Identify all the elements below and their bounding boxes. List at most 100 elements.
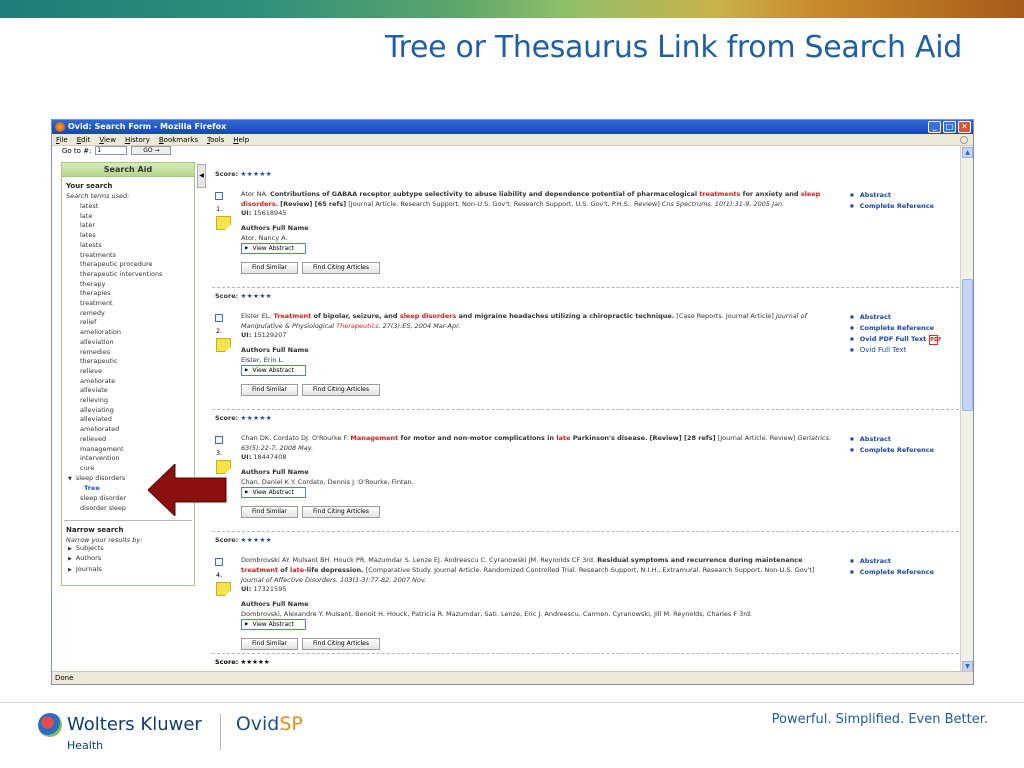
search-term: relieving bbox=[80, 396, 109, 405]
wolters-kluwer-logo: Wolters Kluwer Health bbox=[38, 712, 202, 752]
highlighted-term: late bbox=[289, 565, 305, 574]
title-text: -life depression. bbox=[304, 565, 364, 574]
select-checkbox[interactable] bbox=[215, 436, 223, 444]
find-citing-articles-button[interactable]: Find Citing Articles bbox=[302, 384, 380, 396]
view-abstract-button[interactable]: View Abstract bbox=[241, 487, 306, 498]
minimize-icon[interactable]: _ bbox=[928, 121, 941, 133]
window-title: Ovid: Search Form - Mozilla Firefox bbox=[68, 122, 227, 131]
select-checkbox[interactable] bbox=[215, 558, 223, 566]
menu-bar: File Edit View History Bookmarks Tools H… bbox=[52, 134, 973, 146]
go-button[interactable]: GO → bbox=[131, 146, 172, 155]
search-term: alleviating bbox=[80, 405, 114, 414]
find-similar-button[interactable]: Find Similar bbox=[241, 262, 298, 274]
sp-text: SP bbox=[279, 713, 303, 735]
select-checkbox[interactable] bbox=[215, 314, 223, 322]
annotation-note-icon[interactable] bbox=[216, 338, 231, 352]
menu-edit[interactable]: Edit bbox=[77, 134, 91, 145]
record-links: Abstract Complete Reference bbox=[850, 190, 934, 212]
annotation-note-icon[interactable] bbox=[216, 216, 231, 230]
narrow-item-subjects[interactable]: Subjects bbox=[68, 544, 194, 555]
link-label: Ovid PDF Full Text bbox=[859, 334, 927, 343]
window-titlebar: Ovid: Search Form - Mozilla Firefox _ □ … bbox=[52, 120, 973, 134]
link-complete-reference[interactable]: Complete Reference bbox=[850, 323, 938, 334]
search-term: alleviated bbox=[80, 415, 112, 424]
find-similar-button[interactable]: Find Similar bbox=[241, 384, 298, 396]
score-stars: ★★★★★ bbox=[240, 414, 273, 422]
your-search-heading: Your search bbox=[66, 182, 113, 190]
title-text: and migraine headaches utilizing a chiro… bbox=[456, 312, 675, 320]
find-similar-button[interactable]: Find Similar bbox=[241, 638, 298, 650]
ui-number: UI: 15618945 bbox=[241, 209, 286, 217]
ui-label: UI: bbox=[241, 331, 252, 339]
result-record: Score: ★★★★★ 4. Dombrovski AY. Mulsant BH.… bbox=[212, 532, 961, 654]
find-citing-articles-button[interactable]: Find Citing Articles bbox=[302, 638, 380, 650]
citation-title[interactable]: Management for motor and non-motor compl… bbox=[350, 434, 647, 442]
vertical-scrollbar[interactable]: ▲ ▼ bbox=[960, 146, 973, 673]
result-score: Score: ★★★★★ bbox=[215, 292, 272, 300]
footer-logos: Wolters Kluwer Health OvidSP bbox=[38, 712, 303, 752]
menu-tools[interactable]: Tools bbox=[207, 134, 224, 145]
score-stars: ★★★★★ bbox=[240, 292, 273, 300]
citation-source: Journal of Affective Disorders. 103(1-3)… bbox=[241, 575, 427, 584]
citation-authors: Chan DK. Cordato DJ. O'Rourke F. bbox=[241, 434, 349, 442]
find-citing-articles-button[interactable]: Find Citing Articles bbox=[302, 262, 380, 274]
link-abstract[interactable]: Abstract bbox=[850, 434, 934, 445]
ui-label: UI: bbox=[241, 585, 252, 593]
maximize-icon[interactable]: □ bbox=[943, 121, 956, 133]
menu-bookmarks[interactable]: Bookmarks bbox=[159, 134, 198, 145]
search-term: treatments bbox=[80, 250, 116, 259]
narrow-item-journals[interactable]: Journals bbox=[68, 565, 194, 576]
ui-number: UI: 15129207 bbox=[241, 331, 286, 339]
collapse-panel-button[interactable]: ◀ bbox=[197, 164, 206, 188]
view-abstract-button[interactable]: View Abstract bbox=[241, 243, 306, 254]
menu-history[interactable]: History bbox=[125, 134, 150, 145]
link-ovid-full-text[interactable]: Ovid Full Text bbox=[850, 345, 938, 356]
link-ovid-pdf-full-text[interactable]: Ovid PDF Full TextPDF bbox=[850, 334, 942, 345]
search-aid-header: Search Aid bbox=[62, 163, 194, 177]
find-similar-button[interactable]: Find Similar bbox=[241, 506, 298, 518]
link-label: Complete Reference bbox=[859, 567, 935, 576]
annotation-note-icon[interactable] bbox=[216, 582, 231, 596]
search-term: relief bbox=[80, 318, 97, 327]
record-actions: Find Similar Find Citing Articles bbox=[241, 506, 380, 518]
link-abstract[interactable]: Abstract bbox=[850, 312, 938, 323]
browser-window: Ovid: Search Form - Mozilla Firefox _ □ … bbox=[51, 119, 974, 685]
goto-label: Go to #: bbox=[62, 146, 92, 155]
link-complete-reference[interactable]: Complete Reference bbox=[850, 445, 934, 456]
record-links: Abstract Complete Reference bbox=[850, 556, 934, 578]
globe-icon bbox=[38, 713, 62, 737]
record-actions: Find Similar Find Citing Articles bbox=[241, 638, 380, 650]
score-label: Score: bbox=[215, 170, 239, 178]
authors-full-name-label: Authors Full Name bbox=[241, 468, 309, 476]
menu-file[interactable]: File bbox=[56, 134, 68, 145]
citation: Dombrovski AY. Mulsant BH. Houck PR. Maz… bbox=[241, 556, 836, 585]
link-abstract[interactable]: Abstract bbox=[850, 190, 934, 201]
narrow-item-authors[interactable]: Authors bbox=[68, 554, 194, 565]
narrow-list: SubjectsAuthorsJournals bbox=[62, 544, 194, 576]
tagline: Powerful. Simplified. Even Better. bbox=[771, 712, 988, 727]
view-abstract-button[interactable]: View Abstract bbox=[241, 365, 306, 376]
authors-full-name-value: Ator, Nancy A. bbox=[241, 234, 288, 242]
find-citing-articles-button[interactable]: Find Citing Articles bbox=[302, 506, 380, 518]
result-score: Score: ★★★★★ bbox=[215, 536, 272, 544]
highlighted-term: late bbox=[556, 434, 571, 442]
close-icon[interactable]: ✕ bbox=[958, 121, 971, 133]
ui-value: 15618945 bbox=[253, 209, 287, 217]
link-abstract[interactable]: Abstract bbox=[850, 556, 934, 567]
link-complete-reference[interactable]: Complete Reference bbox=[850, 201, 934, 212]
search-term: therapeutic procedure bbox=[80, 260, 153, 269]
highlighted-term: sleep disorders bbox=[399, 312, 457, 320]
citation-title[interactable]: Treatment of bipolar, seizure, and sleep… bbox=[273, 312, 674, 320]
menu-help[interactable]: Help bbox=[233, 134, 249, 145]
view-abstract-button[interactable]: View Abstract bbox=[241, 619, 306, 630]
menu-view[interactable]: View bbox=[99, 134, 116, 145]
record-actions: Find Similar Find Citing Articles bbox=[241, 262, 380, 274]
scroll-up-icon[interactable]: ▲ bbox=[962, 147, 973, 158]
link-label: Complete Reference bbox=[859, 323, 935, 332]
search-term: later bbox=[80, 221, 96, 230]
link-complete-reference[interactable]: Complete Reference bbox=[850, 567, 934, 578]
scroll-thumb[interactable] bbox=[962, 279, 973, 411]
goto-input[interactable]: 1 bbox=[95, 146, 128, 155]
select-checkbox[interactable] bbox=[215, 192, 223, 200]
result-score: Score: ★★★★★ bbox=[215, 170, 272, 178]
